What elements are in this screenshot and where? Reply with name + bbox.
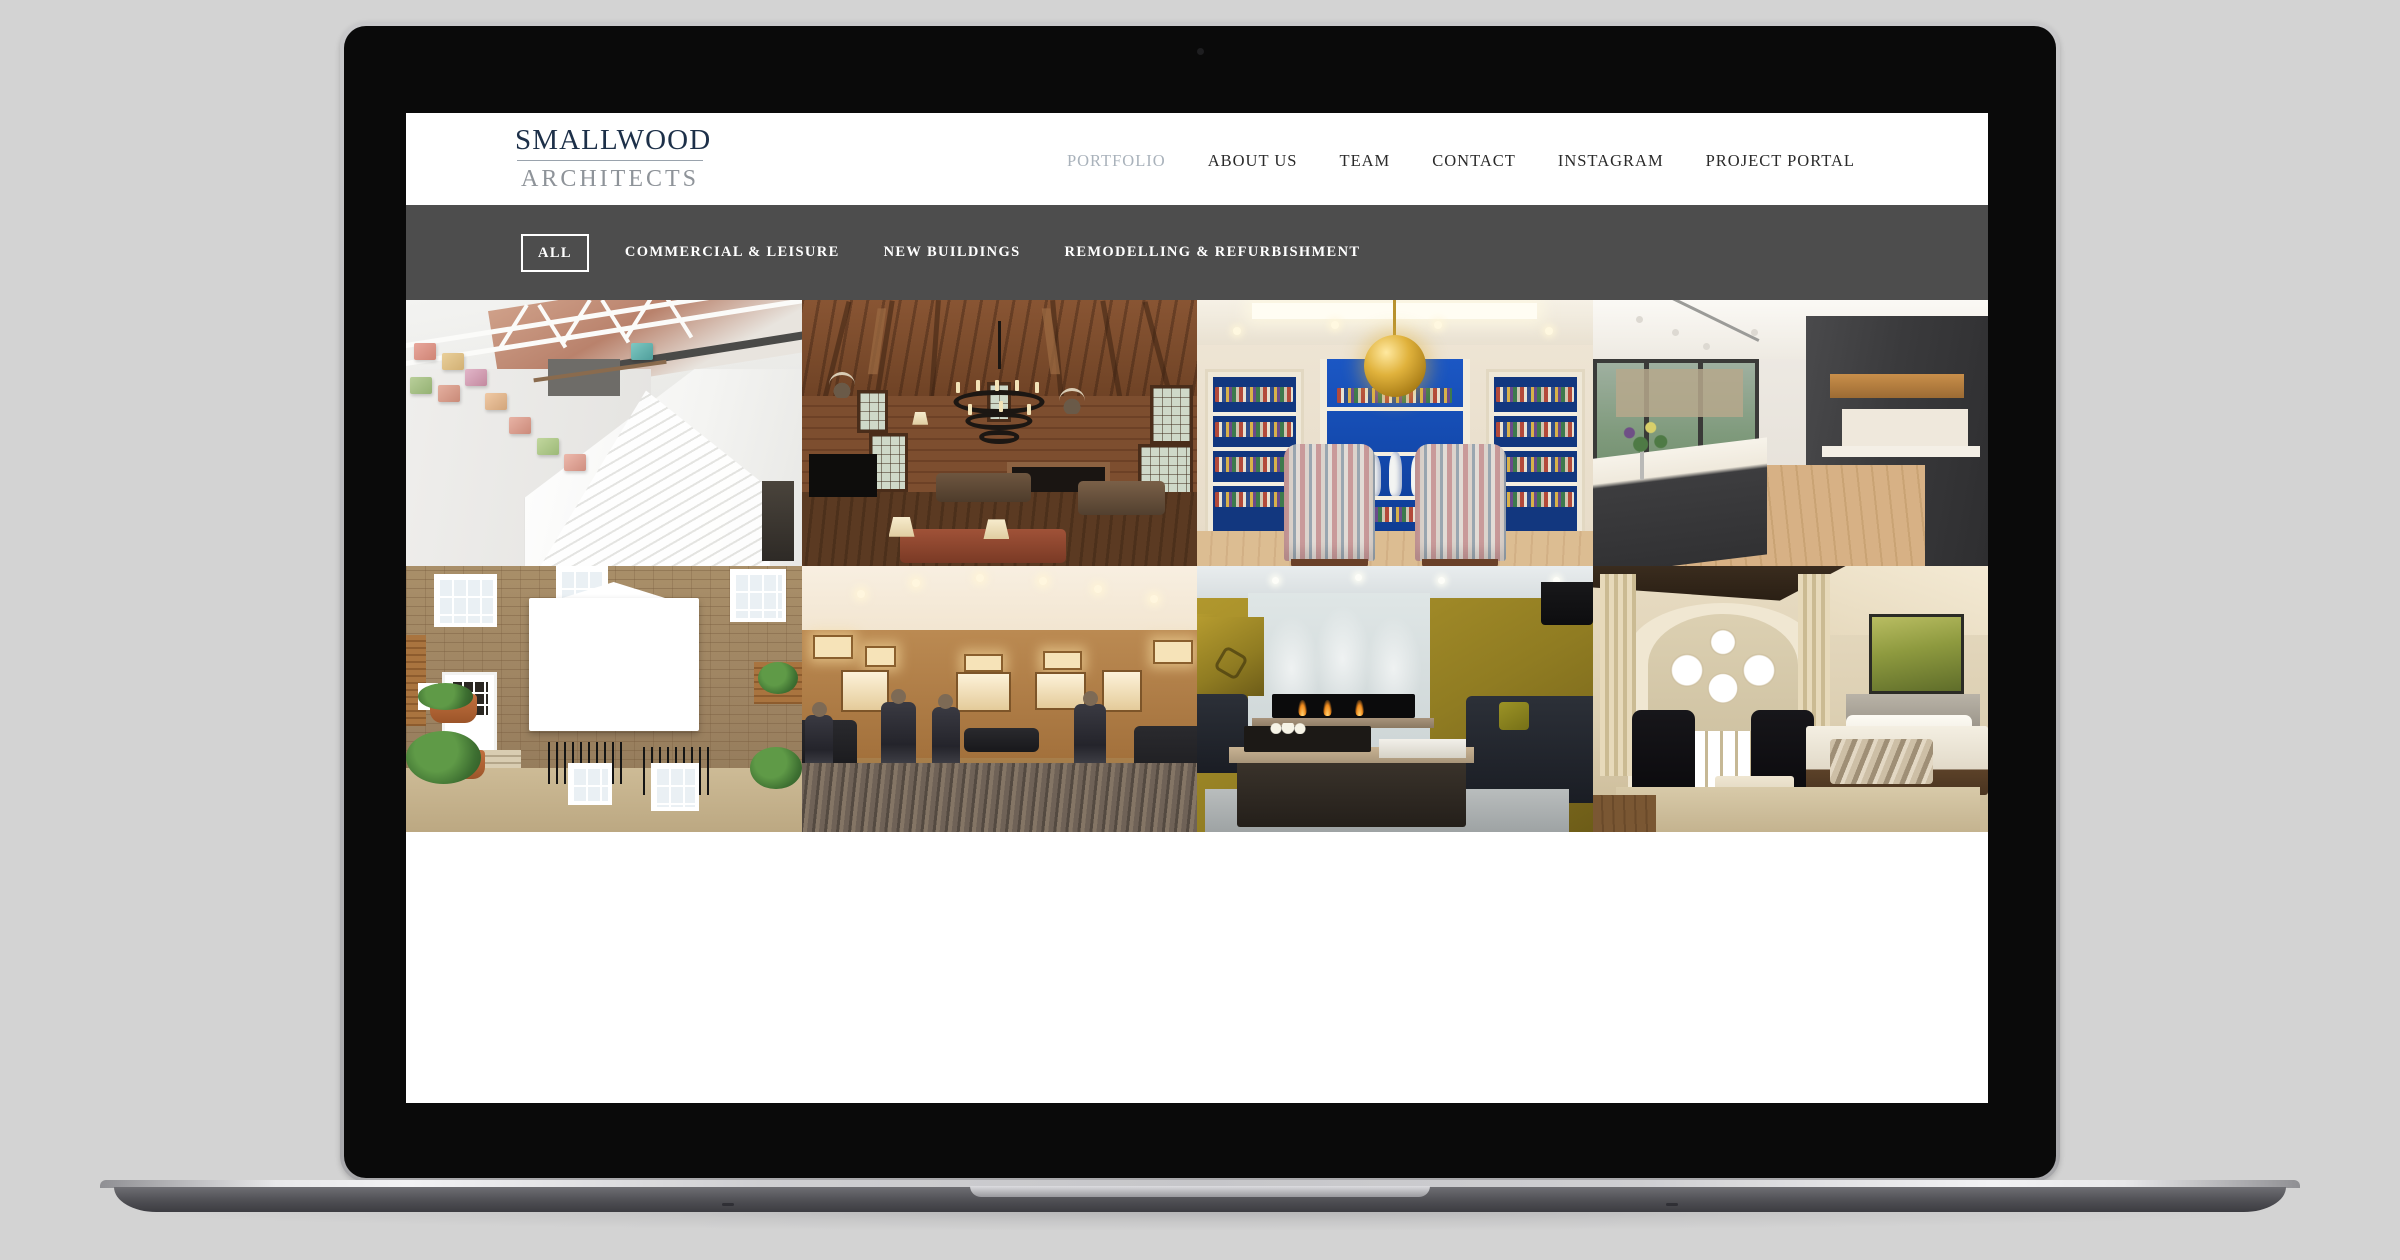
nav-item-team[interactable]: TEAM bbox=[1318, 151, 1411, 171]
filter-all[interactable]: ALL bbox=[521, 233, 589, 272]
portfolio-gallery-grid bbox=[406, 300, 1988, 832]
laptop-mockup: SMALLWOOD ARCHITECTS PORTFOLIO ABOUT US … bbox=[100, 22, 2300, 1230]
project-thumbnail-image bbox=[1197, 566, 1593, 832]
laptop-foot-right bbox=[1665, 1203, 1678, 1206]
gallery-tile-brick-townhouse-rear-extension[interactable] bbox=[406, 566, 802, 832]
gallery-tile-modern-fireplace-lounge[interactable] bbox=[1197, 566, 1593, 832]
project-thumbnail-image bbox=[1592, 566, 1988, 832]
project-thumbnail-image bbox=[801, 300, 1197, 566]
gallery-tile-blue-library-reading-room[interactable] bbox=[1197, 300, 1593, 566]
nav-item-portfolio[interactable]: PORTFOLIO bbox=[1046, 151, 1187, 171]
gallery-tile-timber-lodge-great-room[interactable] bbox=[801, 300, 1197, 566]
gallery-tile-dark-modern-kitchen[interactable] bbox=[1592, 300, 1988, 566]
filter-new-buildings[interactable]: NEW BUILDINGS bbox=[884, 244, 1021, 261]
nav-item-contact[interactable]: CONTACT bbox=[1411, 151, 1537, 171]
nav-item-project-portal[interactable]: PROJECT PORTAL bbox=[1685, 151, 1876, 171]
laptop-base bbox=[100, 1180, 2300, 1212]
webcam-icon bbox=[1196, 48, 1204, 55]
filter-remodelling-and-refurbishment[interactable]: REMODELLING & REFURBISHMENT bbox=[1065, 244, 1361, 261]
site-logo[interactable]: SMALLWOOD ARCHITECTS bbox=[515, 124, 712, 192]
project-thumbnail-image bbox=[1592, 300, 1988, 566]
laptop-screen: SMALLWOOD ARCHITECTS PORTFOLIO ABOUT US … bbox=[406, 113, 1988, 1103]
nav-item-about-us[interactable]: ABOUT US bbox=[1187, 151, 1319, 171]
project-thumbnail-image bbox=[801, 566, 1197, 832]
nav-item-instagram[interactable]: INSTAGRAM bbox=[1537, 151, 1685, 171]
main-navigation: PORTFOLIO ABOUT US TEAM CONTACT INSTAGRA… bbox=[1046, 151, 1876, 171]
project-thumbnail-image bbox=[406, 566, 802, 832]
gallery-tile-luxury-retail-store[interactable] bbox=[801, 566, 1197, 832]
gallery-tile-gothic-window-bedroom[interactable] bbox=[1592, 566, 1988, 832]
screenshot-canvas: SMALLWOOD ARCHITECTS PORTFOLIO ABOUT US … bbox=[0, 0, 2400, 1260]
project-thumbnail-image bbox=[1197, 300, 1593, 566]
gallery-tile-white-gallery-staircase[interactable] bbox=[406, 300, 802, 566]
logo-divider bbox=[517, 160, 703, 161]
project-thumbnail-image bbox=[406, 300, 802, 566]
logo-line-smallwood: SMALLWOOD bbox=[515, 124, 712, 156]
filter-commercial-and-leisure[interactable]: COMMERCIAL & LEISURE bbox=[625, 244, 840, 261]
laptop-foot-left bbox=[722, 1203, 735, 1206]
laptop-thumb-notch bbox=[970, 1186, 1430, 1197]
logo-line-architects: ARCHITECTS bbox=[520, 166, 699, 192]
portfolio-filter-bar: ALL COMMERCIAL & LEISURE NEW BUILDINGS R… bbox=[406, 205, 1988, 300]
site-header: SMALLWOOD ARCHITECTS PORTFOLIO ABOUT US … bbox=[406, 113, 1988, 205]
